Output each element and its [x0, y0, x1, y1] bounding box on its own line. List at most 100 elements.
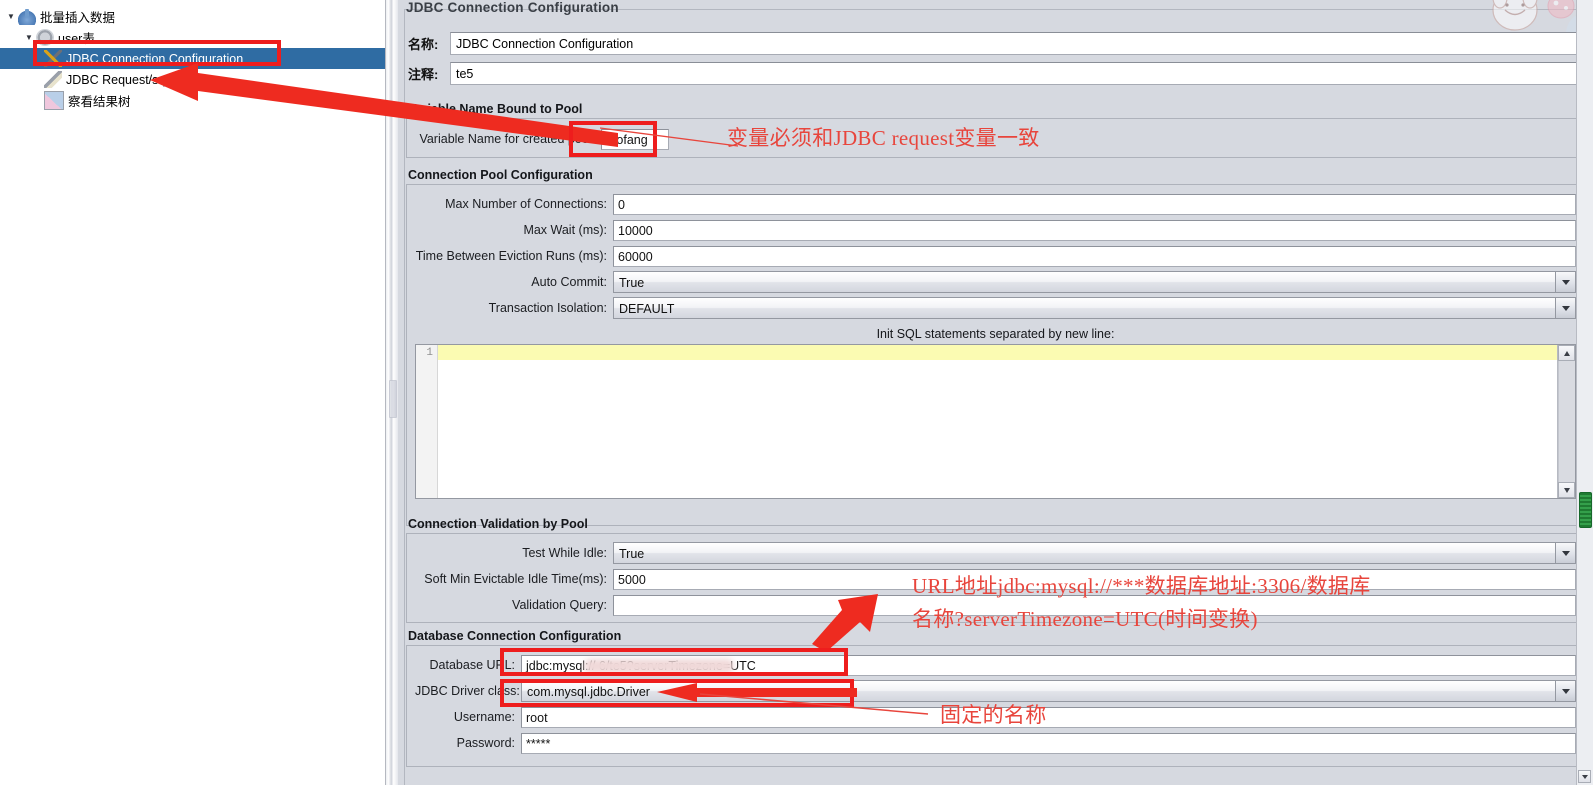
scroll-down-icon[interactable]: [1558, 482, 1575, 498]
name-input[interactable]: JDBC Connection Configuration: [450, 31, 1583, 55]
max-wait-input[interactable]: 10000: [613, 219, 1576, 241]
chevron-down-icon[interactable]: [1555, 298, 1575, 318]
tree-item-test-plan[interactable]: ▼ 批量插入数据: [0, 6, 385, 27]
init-sql-editor[interactable]: 1: [415, 344, 1576, 499]
max-wait-label: Max Wait (ms):: [523, 223, 607, 237]
transaction-isolation-value: DEFAULT: [619, 302, 675, 316]
tree-item-label: 察看结果树: [68, 95, 131, 109]
database-url-input[interactable]: jdbc:mysql:// 6/te5?serverTimezone=UTC: [521, 654, 1576, 676]
soft-min-evictable-input[interactable]: 5000: [613, 568, 1576, 590]
jdbc-driver-select[interactable]: com.mysql.jdbc.Driver: [521, 680, 1576, 702]
test-while-idle-label: Test While Idle:: [522, 546, 607, 560]
pool-variable-row: Variable Name for created pool: mofang: [415, 126, 1576, 152]
tree-item-label: user表: [58, 32, 95, 46]
connection-pool-section: Connection Pool Configuration Max Number…: [398, 168, 1593, 526]
scroll-down-icon[interactable]: [1578, 770, 1591, 783]
transaction-isolation-label: Transaction Isolation:: [488, 301, 607, 315]
page-title: JDBC Connection Configuration: [406, 0, 619, 15]
auto-commit-value: True: [619, 276, 645, 290]
jdbc-driver-value: com.mysql.jdbc.Driver: [527, 685, 650, 699]
test-plan-tree[interactable]: ▼ 批量插入数据 ▼ user表 JDBC Connection Configu…: [0, 0, 385, 111]
test-plan-tree-pane[interactable]: ▼ 批量插入数据 ▼ user表 JDBC Connection Configu…: [0, 0, 386, 785]
pencil-icon: [44, 71, 62, 88]
password-row: Password: *****: [415, 730, 1576, 756]
max-connections-input[interactable]: 0: [613, 193, 1576, 215]
auto-commit-label: Auto Commit:: [531, 275, 607, 289]
flask-icon: [18, 8, 36, 25]
connection-pool-group-title: Connection Pool Configuration: [408, 168, 593, 182]
chevron-down-icon[interactable]: [1555, 543, 1575, 563]
test-while-idle-row: Test While Idle: True: [415, 540, 1576, 566]
test-while-idle-select[interactable]: True: [613, 542, 1576, 564]
transaction-isolation-select[interactable]: DEFAULT: [613, 297, 1576, 319]
password-input[interactable]: *****: [521, 732, 1576, 754]
connection-validation-section: Connection Validation by Pool Test While…: [398, 517, 1593, 623]
jdbc-driver-row: JDBC Driver class: com.mysql.jdbc.Driver: [415, 678, 1576, 704]
pool-variable-label: Variable Name for created pool:: [419, 132, 595, 146]
auto-commit-select[interactable]: True: [613, 271, 1576, 293]
init-sql-textarea[interactable]: [438, 345, 1557, 498]
eviction-runs-row: Time Between Eviction Runs (ms): 60000: [415, 243, 1576, 269]
max-connections-label: Max Number of Connections:: [445, 197, 607, 211]
name-row: 名称: JDBC Connection Configuration: [408, 28, 1583, 58]
main-vertical-scrollbar[interactable]: [1576, 0, 1593, 785]
chart-icon: [44, 91, 64, 110]
database-connection-group: Database Connection Configuration Databa…: [406, 629, 1585, 767]
tree-item-jdbc-connection-configuration[interactable]: JDBC Connection Configuration: [0, 48, 385, 69]
comment-label: 注释:: [408, 66, 439, 82]
jmeter-window: ▼ 批量插入数据 ▼ user表 JDBC Connection Configu…: [0, 0, 1593, 785]
soft-min-evictable-row: Soft Min Evictable Idle Time(ms): 5000: [415, 566, 1576, 592]
transaction-isolation-row: Transaction Isolation: DEFAULT: [415, 295, 1576, 321]
comment-input[interactable]: te5: [450, 61, 1583, 85]
init-sql-line-number: 1: [426, 347, 433, 359]
header-fields: 名称: JDBC Connection Configuration 注释: te…: [398, 28, 1593, 88]
jdbc-config-pane: JDBC Connection Configuration 名称: JDBC C…: [398, 0, 1593, 785]
pool-variable-input[interactable]: mofang: [601, 128, 669, 150]
validation-query-label: Validation Query:: [512, 598, 607, 612]
connection-pool-group: Connection Pool Configuration Max Number…: [406, 168, 1585, 526]
eviction-runs-input[interactable]: 60000: [613, 245, 1576, 267]
password-label: Password:: [456, 736, 515, 750]
init-sql-scroll-track[interactable]: [1558, 361, 1575, 482]
tree-item-label: JDBC Request/sql: [66, 72, 169, 87]
jdbc-driver-label: JDBC Driver class:: [415, 684, 520, 698]
variable-name-group: Variable Name Bound to Pool Variable Nam…: [406, 102, 1585, 158]
variable-name-section: Variable Name Bound to Pool Variable Nam…: [398, 102, 1593, 158]
chevron-down-icon[interactable]: [1555, 681, 1575, 701]
tree-item-thread-group[interactable]: ▼ user表: [0, 27, 385, 48]
split-divider-grip[interactable]: [389, 380, 397, 418]
database-url-label: Database URL:: [429, 658, 515, 672]
init-sql-caption: Init SQL statements separated by new lin…: [876, 327, 1115, 341]
max-wait-row: Max Wait (ms): 10000: [415, 217, 1576, 243]
validation-query-input[interactable]: [613, 594, 1576, 616]
expand-toggle-icon[interactable]: ▼: [4, 10, 18, 24]
init-sql-line-gutter: 1: [416, 345, 438, 498]
database-connection-section: Database Connection Configuration Databa…: [398, 629, 1593, 767]
tree-item-jdbc-request[interactable]: JDBC Request/sql: [0, 69, 385, 90]
comment-row: 注释: te5: [408, 58, 1583, 88]
scroll-up-icon[interactable]: [1558, 345, 1575, 361]
username-input[interactable]: root: [521, 706, 1576, 728]
database-connection-group-title: Database Connection Configuration: [408, 629, 622, 643]
tree-item-label: JDBC Connection Configuration: [66, 51, 244, 66]
variable-name-group-title: Variable Name Bound to Pool: [408, 102, 583, 116]
max-connections-row: Max Number of Connections: 0: [415, 191, 1576, 217]
gear-icon: [36, 29, 54, 46]
eviction-runs-label: Time Between Eviction Runs (ms):: [415, 249, 607, 263]
split-divider[interactable]: [386, 0, 398, 785]
database-url-redaction: [584, 658, 734, 673]
database-url-row: Database URL: jdbc:mysql:// 6/te5?server…: [415, 652, 1576, 678]
chevron-down-icon[interactable]: [1555, 272, 1575, 292]
expand-toggle-icon[interactable]: ▼: [22, 31, 36, 45]
username-row: Username: root: [415, 704, 1576, 730]
init-sql-current-line-highlight: [438, 345, 1557, 360]
scrollbar-thumb[interactable]: [1579, 492, 1592, 528]
username-label: Username:: [453, 710, 515, 724]
auto-commit-row: Auto Commit: True: [415, 269, 1576, 295]
tools-icon: [44, 50, 62, 67]
tree-item-view-results-tree[interactable]: 察看结果树: [0, 90, 385, 111]
name-label: 名称:: [408, 36, 439, 52]
init-sql-scrollbar[interactable]: [1557, 345, 1575, 498]
soft-min-evictable-label: Soft Min Evictable Idle Time(ms):: [424, 572, 607, 586]
test-while-idle-value: True: [619, 547, 645, 561]
